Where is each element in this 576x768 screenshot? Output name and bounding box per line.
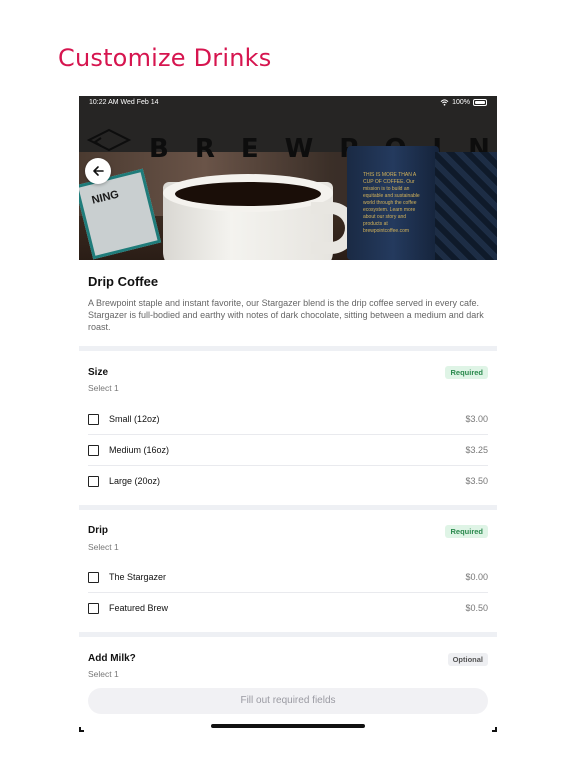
option-label: The Stargazer [109, 572, 167, 582]
option-price: $0.00 [465, 572, 488, 582]
option-row-featured-brew[interactable]: Featured Brew $0.50 [88, 593, 488, 624]
option-price: $3.50 [465, 476, 488, 486]
checkbox[interactable] [88, 414, 99, 425]
section-divider [79, 505, 497, 510]
required-badge: Required [445, 525, 488, 538]
section-title-drip: Drip [88, 525, 108, 536]
option-label: Small (12oz) [109, 414, 160, 424]
section-subtitle: Select 1 [88, 542, 119, 552]
optional-badge: Optional [447, 653, 488, 666]
page-headline: Customize Drinks [58, 44, 272, 72]
mug-coffee [175, 182, 321, 206]
section-title-add-milk: Add Milk? [88, 653, 136, 664]
frame-corner [79, 727, 84, 732]
section-title-size: Size [88, 367, 109, 378]
section-divider [79, 346, 497, 351]
checkbox[interactable] [88, 572, 99, 583]
home-indicator [211, 724, 365, 728]
device-screen: BREWPOINT NING THIS IS MORE THAN A CUP O… [79, 96, 497, 732]
status-bar: 10:22 AM Wed Feb 14 100% [79, 96, 497, 110]
product-title: Drip Coffee [88, 274, 159, 289]
status-time: 10:22 AM Wed Feb 14 [89, 99, 159, 106]
option-row-medium[interactable]: Medium (16oz) $3.25 [88, 435, 488, 466]
coffee-bag-text: THIS IS MORE THAN A CUP OF COFFEE. Our m… [363, 172, 420, 234]
battery-icon [473, 99, 487, 106]
option-row-stargazer[interactable]: The Stargazer $0.00 [88, 562, 488, 593]
option-label: Featured Brew [109, 603, 169, 613]
option-label: Large (20oz) [109, 476, 161, 486]
option-price: $3.25 [465, 445, 488, 455]
option-row-small[interactable]: Small (12oz) $3.00 [88, 404, 488, 435]
checkbox[interactable] [88, 476, 99, 487]
fill-required-fields-button[interactable]: Fill out required fields [88, 688, 488, 714]
option-price: $3.00 [465, 414, 488, 424]
battery-percent: 100% [452, 99, 470, 106]
checkbox[interactable] [88, 445, 99, 456]
option-price: $0.50 [465, 603, 488, 613]
status-right: 100% [440, 99, 487, 106]
brewpoint-logo-icon [86, 128, 132, 152]
checkbox[interactable] [88, 603, 99, 614]
option-row-large[interactable]: Large (20oz) $3.50 [88, 466, 488, 497]
section-subtitle: Select 1 [88, 669, 119, 679]
required-badge: Required [445, 366, 488, 379]
option-label: Medium (16oz) [109, 445, 170, 455]
section-subtitle: Select 1 [88, 383, 119, 393]
product-description: A Brewpoint staple and instant favorite,… [88, 298, 484, 332]
wifi-icon [440, 99, 449, 106]
hero-pattern [435, 152, 497, 260]
hero-sign-text: NING [90, 188, 121, 207]
arrow-left-icon [93, 166, 104, 176]
back-button[interactable] [85, 158, 111, 184]
hero-image: BREWPOINT NING THIS IS MORE THAN A CUP O… [79, 96, 497, 260]
section-divider [79, 632, 497, 637]
frame-corner [492, 727, 497, 732]
